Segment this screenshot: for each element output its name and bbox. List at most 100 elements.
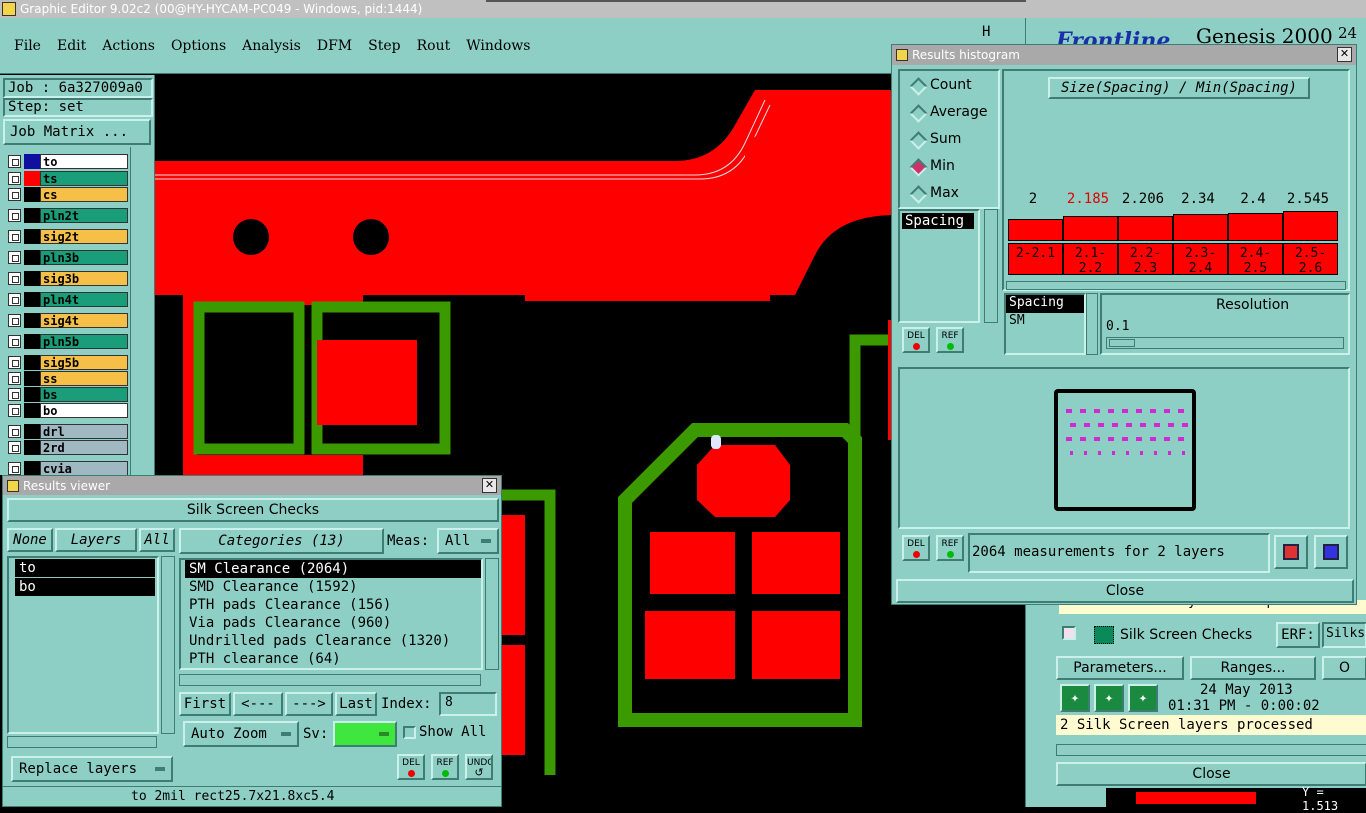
histogram-bar[interactable] xyxy=(1228,213,1283,241)
other-button[interactable]: O xyxy=(1322,656,1366,680)
histogram-list-scrollbar[interactable] xyxy=(984,209,998,323)
mode-radio-min[interactable]: Min xyxy=(906,156,996,176)
menu-edit[interactable]: Edit xyxy=(57,38,86,54)
histogram-bin-label[interactable]: 2.5-2.6 xyxy=(1283,243,1338,276)
layer-color-swatch[interactable] xyxy=(24,461,40,476)
next-button[interactable]: ---> xyxy=(285,692,333,716)
layer-checkbox[interactable] xyxy=(8,462,21,475)
import-icon[interactable] xyxy=(1314,535,1348,569)
attribute-item[interactable]: Spacing xyxy=(1006,295,1084,313)
run-selected-icon[interactable]: ✦ xyxy=(1128,684,1158,712)
show-all-checkbox[interactable] xyxy=(403,726,416,739)
layer-checkbox[interactable] xyxy=(8,172,21,185)
layer-color-swatch[interactable] xyxy=(24,208,40,223)
layer-color-swatch[interactable] xyxy=(24,292,40,307)
histogram-bar[interactable] xyxy=(1118,216,1173,241)
parameters-button[interactable]: Parameters... xyxy=(1056,656,1184,680)
histogram-list[interactable]: Spacing xyxy=(898,209,980,323)
layer-list-scrollbar[interactable] xyxy=(161,556,175,734)
menu-windows[interactable]: Windows xyxy=(466,38,530,54)
check-enable-checkbox[interactable] xyxy=(1062,626,1076,640)
category-item[interactable]: PTH pads Clearance (156) xyxy=(185,596,481,614)
layer-name[interactable]: ts xyxy=(40,171,128,186)
mode-radio-count[interactable]: Count xyxy=(906,75,996,95)
attribute-list[interactable]: Spacing SM xyxy=(1004,293,1086,355)
layer-checkbox[interactable] xyxy=(8,188,21,201)
layer-color-swatch[interactable] xyxy=(24,355,40,370)
layer-row-bo[interactable]: bo xyxy=(6,402,128,419)
layer-row-ss[interactable]: ss xyxy=(6,370,128,387)
layer-color-swatch[interactable] xyxy=(24,154,40,169)
layer-checkbox[interactable] xyxy=(8,272,21,285)
layer-checkbox[interactable] xyxy=(8,209,21,222)
layer-list[interactable]: to bo xyxy=(7,556,159,734)
category-item[interactable]: Via pads Clearance (960) xyxy=(185,614,481,632)
hist-ref-button[interactable]: REF xyxy=(936,327,964,353)
category-list[interactable]: SM Clearance (2064) SMD Clearance (1592) P… xyxy=(179,558,483,670)
preview-del-button[interactable]: DEL xyxy=(902,535,930,561)
menu-dfm[interactable]: DFM xyxy=(317,38,352,54)
erf-value-field[interactable]: Silksc xyxy=(1322,622,1366,648)
category-item[interactable]: SM Clearance (2064) xyxy=(185,560,481,578)
plot-hscroll[interactable] xyxy=(1006,281,1346,290)
sv-color-dropdown[interactable] xyxy=(333,721,397,747)
layer-name[interactable]: to xyxy=(40,154,128,169)
menu-rout[interactable]: Rout xyxy=(417,38,451,54)
first-button[interactable]: First xyxy=(179,692,231,716)
layer-name[interactable]: drl xyxy=(40,424,128,439)
layer-color-swatch[interactable] xyxy=(24,313,40,328)
run-icon[interactable]: ✦ xyxy=(1060,684,1090,712)
run-all-icon[interactable]: ✦ xyxy=(1094,684,1124,712)
histogram-bar[interactable] xyxy=(1283,211,1338,241)
layer-color-swatch[interactable] xyxy=(24,171,40,186)
layer-color-swatch[interactable] xyxy=(24,271,40,286)
layer-row-pln2t[interactable]: pln2t xyxy=(6,207,128,224)
layer-name[interactable]: sig4t xyxy=(40,313,128,328)
category-list-scrollbar[interactable] xyxy=(485,558,499,670)
layer-name[interactable]: cvia xyxy=(40,461,128,476)
list-item[interactable]: to xyxy=(15,559,155,577)
layer-row-drl[interactable]: drl xyxy=(6,423,128,440)
layer-color-swatch[interactable] xyxy=(24,334,40,349)
layer-name[interactable]: sig3b xyxy=(40,271,128,286)
replace-layers-dropdown[interactable]: Replace layers xyxy=(11,756,173,782)
layer-color-swatch[interactable] xyxy=(24,387,40,402)
attribute-item[interactable]: SM xyxy=(1006,313,1084,331)
auto-zoom-dropdown[interactable]: Auto Zoom xyxy=(183,721,299,747)
resolution-slider-thumb[interactable] xyxy=(1109,339,1135,347)
layer-checkbox[interactable] xyxy=(8,441,21,454)
category-item[interactable]: PTH clearance (64) xyxy=(185,650,481,668)
histogram-bin-label[interactable]: 2.4-2.5 xyxy=(1228,243,1283,276)
layer-name[interactable]: sig5b xyxy=(40,355,128,370)
layer-checkbox[interactable] xyxy=(8,314,21,327)
ref-button[interactable]: REF xyxy=(431,754,459,780)
index-input[interactable]: 8 xyxy=(439,692,497,716)
layer-checkbox[interactable] xyxy=(8,425,21,438)
job-matrix-button[interactable]: Job Matrix ... xyxy=(3,119,151,145)
preview-ref-button[interactable]: REF xyxy=(936,535,964,561)
prev-button[interactable]: <--- xyxy=(233,692,283,716)
layer-checkbox[interactable] xyxy=(8,388,21,401)
layer-checkbox[interactable] xyxy=(8,251,21,264)
menu-options[interactable]: Options xyxy=(171,38,226,54)
del-button[interactable]: DEL xyxy=(397,754,425,780)
list-item[interactable]: bo xyxy=(15,578,155,596)
layer-name[interactable]: pln4t xyxy=(40,292,128,307)
mode-radio-sum[interactable]: Sum xyxy=(906,129,996,149)
ranges-button[interactable]: Ranges... xyxy=(1190,656,1316,680)
layer-row-2rd[interactable]: 2rd xyxy=(6,439,128,456)
layer-color-swatch[interactable] xyxy=(24,403,40,418)
bg-hscroll[interactable] xyxy=(1056,744,1366,756)
attribute-list-scrollbar[interactable] xyxy=(1086,293,1098,355)
layer-checkbox[interactable] xyxy=(8,155,21,168)
export-icon[interactable] xyxy=(1274,535,1308,569)
layer-row-bs[interactable]: bs xyxy=(6,386,128,403)
layers-tab[interactable]: Layers xyxy=(55,528,137,552)
layer-name[interactable]: pln2t xyxy=(40,208,128,223)
layer-row-ts[interactable]: ts xyxy=(6,170,128,187)
layer-checkbox[interactable] xyxy=(8,230,21,243)
histogram-bar[interactable] xyxy=(1008,219,1063,241)
layer-checkbox[interactable] xyxy=(8,404,21,417)
categories-tab[interactable]: Categories (13) xyxy=(179,528,384,554)
layer-checkbox[interactable] xyxy=(8,372,21,385)
